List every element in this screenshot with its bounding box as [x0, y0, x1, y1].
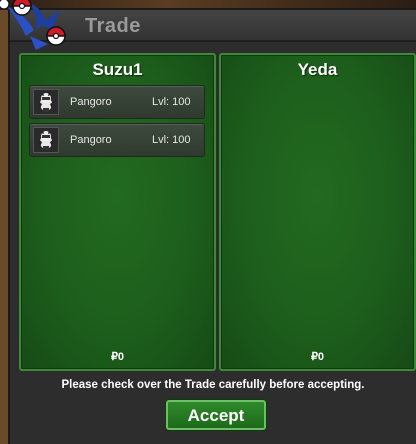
trade-item[interactable]: Pangoro Lvl: 100	[29, 123, 205, 157]
trade-notice: Please check over the Trade carefully be…	[61, 379, 365, 391]
pangoro-sprite-icon	[33, 89, 59, 115]
trade-panel-suzu1: Suzu1 Pangoro Lvl: 100 Pangoro Lvl: 100 …	[19, 53, 216, 371]
pokemon-name: Pangoro	[70, 96, 112, 108]
pangoro-sprite-icon	[33, 127, 59, 153]
pokemon-name: Pangoro	[70, 134, 112, 146]
pokeball-logo-icon	[0, 0, 66, 50]
money-amount: ₽0	[110, 351, 125, 363]
trade-panel-yeda: Yeda ₽0	[219, 53, 416, 371]
trader-name: Suzu1	[92, 60, 143, 79]
trade-window: Trade Suzu1 Pangoro Lvl: 100 Pangoro Lvl…	[8, 8, 416, 444]
pokemon-level: Lvl: 100	[152, 134, 191, 146]
pokemon-level: Lvl: 100	[152, 96, 191, 108]
window-title: Trade	[85, 15, 141, 37]
trader-name: Yeda	[297, 60, 338, 79]
money-amount: ₽0	[310, 351, 325, 363]
trade-item[interactable]: Pangoro Lvl: 100	[29, 85, 205, 119]
accept-button[interactable]: Accept	[166, 400, 266, 430]
